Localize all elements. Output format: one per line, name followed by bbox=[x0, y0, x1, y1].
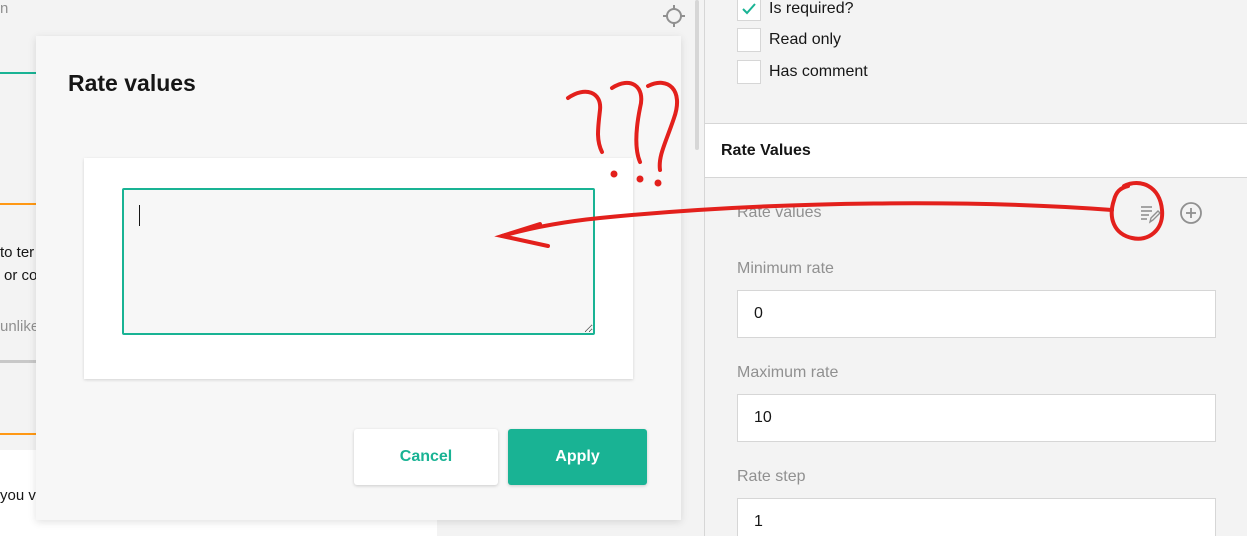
minimum-rate-label: Minimum rate bbox=[737, 260, 834, 277]
background-fragment: n bbox=[0, 0, 9, 17]
rate-values-label: Rate values bbox=[737, 204, 822, 221]
rate-values-section-header[interactable]: Rate Values bbox=[705, 123, 1247, 178]
rate-step-label: Rate step bbox=[737, 468, 806, 485]
background-fragment: or co bbox=[4, 267, 38, 284]
has-comment-row[interactable]: Has comment bbox=[737, 60, 868, 84]
minimum-rate-input[interactable]: 0 bbox=[737, 290, 1216, 338]
rate-step-value: 1 bbox=[754, 513, 763, 530]
add-rate-value-button[interactable] bbox=[1178, 200, 1204, 226]
maximum-rate-input[interactable]: 10 bbox=[737, 394, 1216, 442]
is-required-checkbox[interactable] bbox=[737, 0, 761, 21]
checkbox-label: Is required? bbox=[769, 0, 854, 17]
read-only-checkbox[interactable] bbox=[737, 28, 761, 52]
is-required-row[interactable]: Is required? bbox=[737, 0, 854, 21]
minimum-rate-value: 0 bbox=[754, 305, 763, 322]
apply-button[interactable]: Apply bbox=[508, 429, 647, 485]
edit-list-button[interactable] bbox=[1137, 200, 1163, 226]
maximum-rate-label: Maximum rate bbox=[737, 364, 839, 381]
text-caret bbox=[139, 205, 140, 226]
question-border-bottom bbox=[0, 433, 36, 435]
cancel-button[interactable]: Cancel bbox=[354, 429, 498, 485]
edit-list-icon bbox=[1141, 206, 1161, 224]
maximum-rate-value: 10 bbox=[754, 409, 772, 426]
checkbox-label: Has comment bbox=[769, 63, 868, 80]
property-panel: Is required? Read only Has comment Rate … bbox=[704, 0, 1247, 536]
rate-step-input[interactable]: 1 bbox=[737, 498, 1216, 536]
rate-values-dialog: Rate values Cancel Apply bbox=[36, 36, 681, 520]
section-title: Rate Values bbox=[721, 142, 811, 159]
checkbox-label: Read only bbox=[769, 31, 842, 48]
designer-canvas: n to ter or co unlike you va Rate values… bbox=[0, 0, 704, 536]
rating-bar bbox=[0, 360, 36, 363]
question-border-top bbox=[0, 203, 36, 205]
background-fragment: to ter bbox=[0, 244, 35, 261]
rate-values-textarea[interactable] bbox=[122, 188, 595, 335]
checkmark-icon bbox=[742, 3, 756, 15]
scrollbar[interactable] bbox=[695, 0, 699, 150]
dialog-content bbox=[84, 158, 633, 379]
dialog-title: Rate values bbox=[68, 70, 196, 96]
has-comment-checkbox[interactable] bbox=[737, 60, 761, 84]
read-only-row[interactable]: Read only bbox=[737, 28, 841, 52]
background-fragment: unlike bbox=[0, 318, 40, 335]
crosshair-icon[interactable] bbox=[662, 4, 686, 28]
add-circle-icon bbox=[1180, 202, 1202, 224]
